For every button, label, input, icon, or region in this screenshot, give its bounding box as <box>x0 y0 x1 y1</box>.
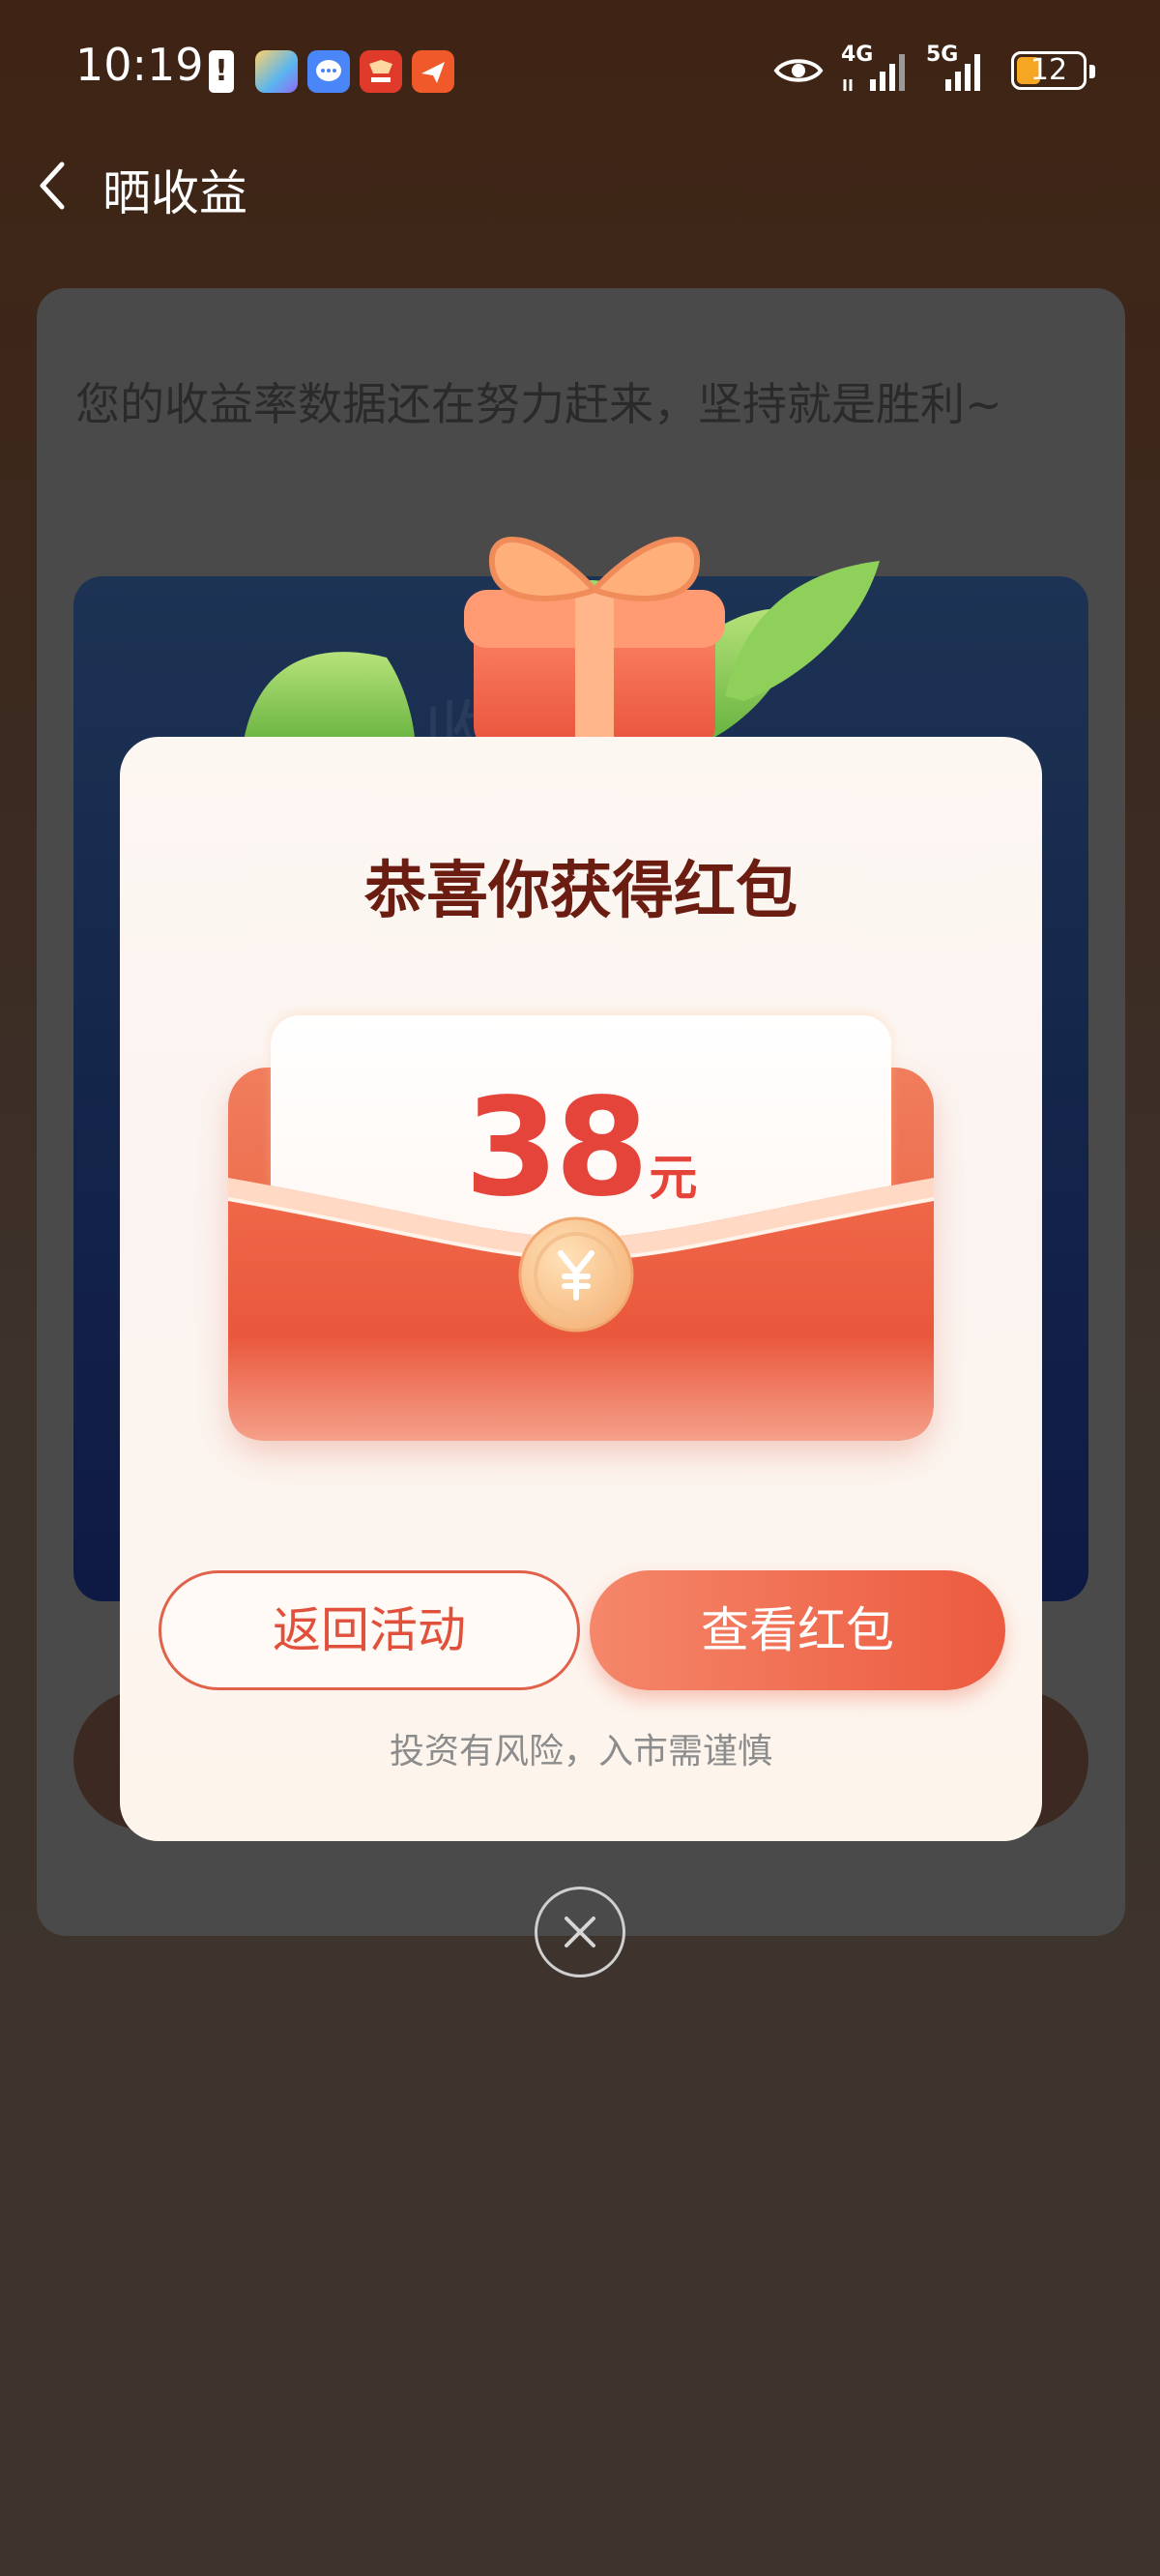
messages-icon <box>307 50 350 93</box>
page-title: 晒收益 <box>102 165 247 221</box>
signal-4g-icon: 4G <box>841 43 909 95</box>
signal-5g-icon: 5G <box>926 43 994 95</box>
battery-icon: 12 <box>1011 51 1095 90</box>
game-center-icon <box>255 50 298 93</box>
eye-comfort-icon <box>773 55 824 86</box>
return-to-activity-button[interactable]: 返回活动 <box>159 1570 580 1690</box>
close-icon[interactable] <box>535 1887 625 1977</box>
modal-title: 恭喜你获得红包 <box>364 856 798 927</box>
status-bar: 10:19 ! 4G 5G 12 <box>0 0 1160 145</box>
paper-plane-app-icon <box>412 50 454 93</box>
background-message: 您的收益率数据还在努力赶来，坚持就是胜利~ <box>75 378 1002 430</box>
citic-securities-icon <box>360 50 402 93</box>
gift-box-illustration <box>222 493 918 754</box>
risk-notice: 投资有风险，入市需谨慎 <box>389 1732 772 1771</box>
status-time: 10:19 <box>75 39 204 91</box>
red-packet-modal: 恭喜你获得红包 38元 返回活动 查看红包 投资有风险，入市需谨慎 <box>120 737 1042 1841</box>
alert-icon: ! <box>209 50 234 93</box>
back-arrow-icon[interactable] <box>33 157 72 215</box>
view-red-packet-button[interactable]: 查看红包 <box>590 1570 1005 1690</box>
yuan-coin-icon <box>518 1216 634 1332</box>
status-right: 4G 5G 12 <box>773 43 1095 95</box>
red-envelope: 38元 <box>228 1015 934 1441</box>
